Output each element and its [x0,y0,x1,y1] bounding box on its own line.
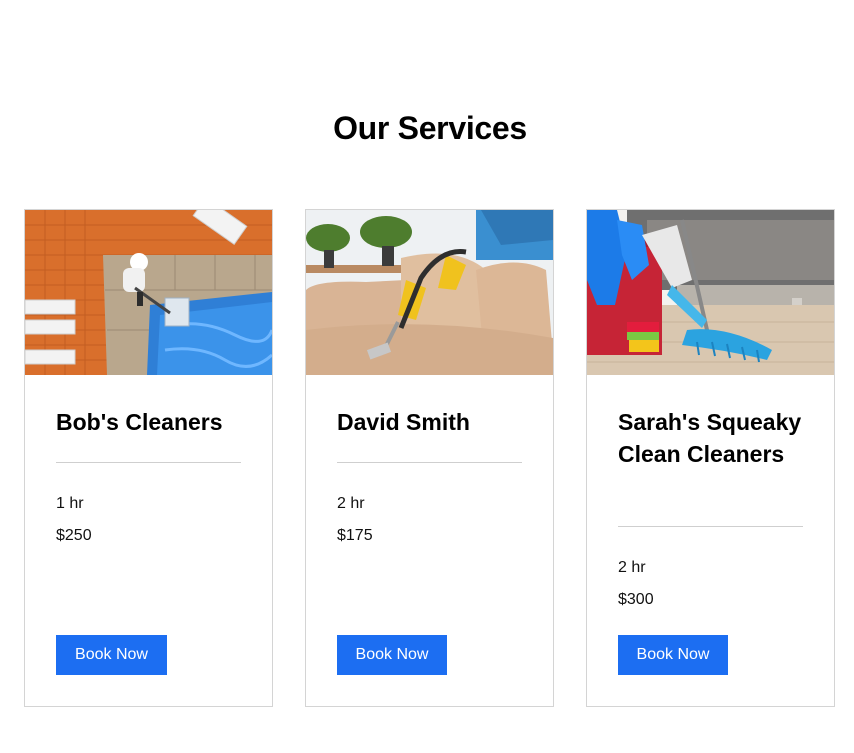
service-name: Bob's Cleaners [56,409,223,435]
service-duration: 2 hr [618,559,646,576]
sofa-vacuuming-image [306,210,553,375]
service-card-sarahs-squeaky-clean-cleaners: Sarah's Squeaky Clean Cleaners 2 hr $300… [586,209,835,707]
service-name: Sarah's Squeaky Clean Cleaners [618,409,802,467]
service-price: $250 [56,527,92,544]
service-price: $300 [618,591,654,608]
cleaning-supplies-image [587,210,834,375]
divider [618,526,803,527]
book-now-button[interactable]: Book Now [337,635,447,675]
page-title: Our Services [333,110,527,146]
service-name: David Smith [337,409,470,435]
book-now-button[interactable]: Book Now [56,635,167,675]
pool-cleaning-image [25,210,272,375]
service-duration: 1 hr [56,495,84,512]
service-card-david-smith: David Smith 2 hr $175 Book Now [305,209,554,707]
divider [56,462,241,463]
divider [337,462,522,463]
service-price: $175 [337,527,373,544]
service-duration: 2 hr [337,495,365,512]
book-now-button[interactable]: Book Now [618,635,728,675]
service-card-bobs-cleaners: Bob's Cleaners 1 hr $250 Book Now [24,209,273,707]
